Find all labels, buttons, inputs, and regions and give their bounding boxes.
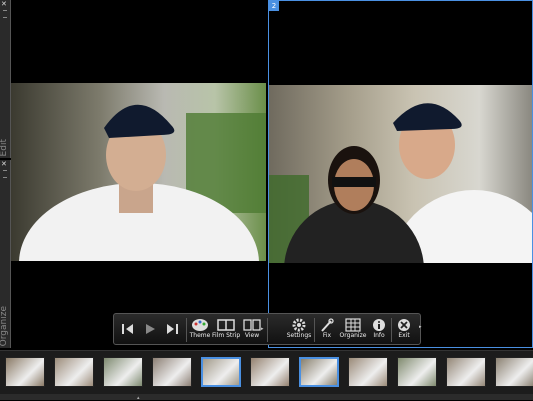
palette-icon (192, 319, 208, 331)
organize-panel-grip-icon[interactable] (3, 170, 7, 178)
wrench-icon (321, 318, 334, 332)
close-edit-panel-icon[interactable]: ✕ (1, 0, 7, 8)
photo-couple (269, 85, 532, 263)
photo-couple-illustration (269, 103, 532, 263)
edit-panel-collapsed[interactable]: ✕ Edit (0, 0, 11, 158)
exit-button[interactable]: Exit (394, 314, 414, 344)
filmstrip-thumbnail[interactable] (54, 357, 94, 387)
organize-button[interactable]: Organize (338, 314, 368, 344)
film-strip-icon (217, 319, 235, 331)
filmstrip-thumbnail[interactable] (152, 357, 192, 387)
organize-panel-label[interactable]: Organize (0, 306, 9, 346)
filmstrip-thumbnail[interactable] (103, 357, 143, 387)
next-icon[interactable] (164, 321, 180, 337)
pane-number-badge: 2 (269, 1, 279, 11)
organize-panel-collapsed[interactable]: ✕ Organize (0, 160, 11, 348)
toolbar-separator (186, 318, 187, 342)
filmstrip-thumbnail[interactable] (250, 357, 290, 387)
organize-label: Organize (339, 332, 367, 339)
photo-pane-right-selected[interactable]: 2 (268, 0, 533, 348)
settings-button[interactable]: Settings (286, 314, 312, 344)
slideshow-toolbar: Theme Film Strip View ▸ Settings Fix Org… (113, 313, 421, 345)
filmstrip-thumbnail[interactable] (397, 357, 437, 387)
toolbar-separator (314, 318, 315, 342)
gear-icon (292, 318, 306, 332)
view-label: View (244, 332, 260, 339)
info-icon (373, 319, 385, 331)
filmstrip-scrollbar[interactable]: ▴ (0, 394, 533, 401)
settings-label: Settings (286, 332, 312, 339)
toolbar-expand-arrow-icon[interactable]: ▸ (419, 324, 422, 330)
info-label: Info (373, 332, 385, 339)
photo-pane-left[interactable] (11, 0, 266, 348)
filmstrip-thumbnail[interactable] (495, 357, 533, 387)
fix-label: Fix (322, 332, 332, 339)
filmstrip-thumbnail[interactable] (5, 357, 45, 387)
filmstrip-thumbnail[interactable] (446, 357, 486, 387)
film-strip-label: Film Strip (212, 332, 241, 339)
toolbar-separator (267, 318, 268, 342)
photo-man-in-cap-illustration (19, 104, 266, 261)
fix-button[interactable]: Fix (318, 314, 336, 344)
film-strip-button[interactable]: Film Strip (212, 314, 240, 344)
filmstrip-thumbnail[interactable] (348, 357, 388, 387)
previous-icon[interactable] (120, 321, 136, 337)
filmstrip-thumbnail[interactable] (299, 357, 339, 387)
toolbar-separator (391, 318, 392, 342)
organize-grid-icon (345, 318, 361, 332)
close-organize-panel-icon[interactable]: ✕ (1, 160, 7, 168)
photo-man-in-cap (11, 83, 266, 261)
info-button[interactable]: Info (370, 314, 388, 344)
view-icon (243, 319, 261, 331)
exit-label: Exit (398, 332, 410, 339)
exit-icon (398, 319, 410, 331)
theme-button[interactable]: Theme (188, 314, 212, 344)
scrollbar-grip-icon[interactable]: ▴ (137, 395, 140, 401)
play-icon[interactable] (142, 321, 158, 337)
filmstrip-thumbnail[interactable] (201, 357, 241, 387)
edit-panel-grip-icon[interactable] (3, 10, 7, 18)
theme-label: Theme (189, 332, 211, 339)
edit-panel-label[interactable]: Edit (0, 139, 9, 156)
view-button[interactable]: View (241, 314, 263, 344)
view-dropdown-arrow-icon[interactable]: ▸ (261, 326, 264, 332)
filmstrip (0, 350, 533, 395)
